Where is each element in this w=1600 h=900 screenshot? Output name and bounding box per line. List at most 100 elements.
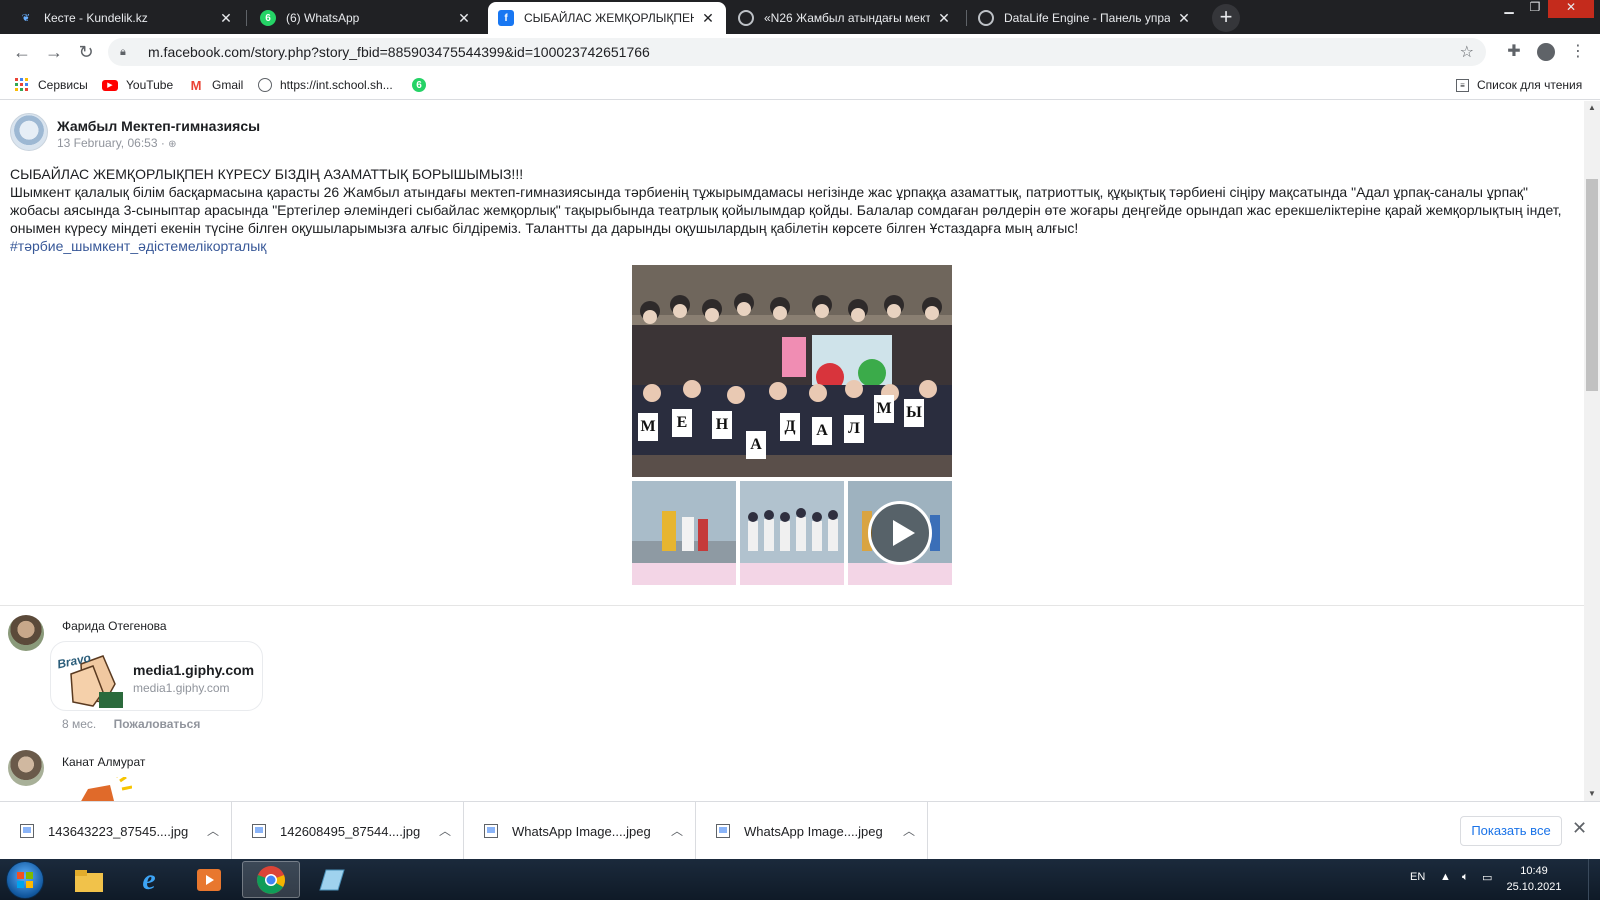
bookmark-youtube[interactable]: ▶ YouTube (102, 76, 173, 94)
address-bar[interactable]: 🔒︎ m.facebook.com/story.php?story_fbid=8… (108, 38, 1486, 66)
post-photo-thumb[interactable] (632, 481, 736, 585)
clock-date: 25.10.2021 (1506, 881, 1562, 893)
reload-button[interactable]: ↻ (74, 40, 98, 64)
bookmark-gmail[interactable]: M Gmail (188, 76, 244, 94)
close-icon[interactable]: ✕ (700, 10, 716, 27)
bookmark-services[interactable]: Сервисы (14, 76, 88, 94)
tab-title: СЫБАЙЛАС ЖЕМҚОРЛЫҚПЕН К (524, 11, 694, 25)
star-icon[interactable]: ☆ (1460, 42, 1474, 62)
network-icon[interactable]: ▭ (1482, 871, 1492, 884)
comment-avatar[interactable] (8, 615, 44, 651)
tab-school-news[interactable]: «N26 Жамбыл атындағы мектеп ✕ (728, 2, 962, 34)
chrome-taskbar-button[interactable] (242, 861, 300, 898)
bookmark-label: Сервисы (38, 78, 88, 92)
close-icon[interactable]: ✕ (1176, 10, 1192, 27)
stage-photo-image (740, 481, 844, 585)
page-name[interactable]: Жамбыл Мектеп-гимназиясы (57, 118, 260, 134)
image-file-icon (716, 824, 730, 838)
tab-facebook-post[interactable]: f СЫБАЙЛАС ЖЕМҚОРЛЫҚПЕН К ✕ (488, 2, 726, 34)
reading-list-label: Список для чтения (1477, 78, 1583, 92)
download-item[interactable]: 142608495_87544....jpg ︿ (232, 802, 464, 860)
clapping-emoji (70, 777, 132, 801)
comment-author[interactable]: Канат Алмурат (62, 755, 145, 769)
new-tab-button[interactable]: + (1212, 4, 1240, 32)
report-link[interactable]: Пожаловаться (114, 717, 201, 731)
close-icon[interactable]: ✕ (936, 10, 952, 27)
media-player-taskbar-button[interactable] (180, 861, 238, 898)
explorer-taskbar-button[interactable] (60, 861, 118, 898)
reading-list-button[interactable]: ≡ Список для чтения (1456, 76, 1582, 94)
reading-list-icon: ≡ (1456, 78, 1469, 92)
giphy-link-card[interactable]: Bravo media1.giphy.com media1.giphy.com (50, 641, 263, 711)
tab-kundelik[interactable]: ❦ Кесте - Kundelik.kz ✕ (8, 2, 244, 34)
language-indicator[interactable]: EN (1410, 871, 1425, 883)
download-filename: 142608495_87544....jpg (280, 823, 421, 839)
tab-title: (6) WhatsApp (286, 11, 360, 25)
tray-expand-icon[interactable]: ▲ (1440, 871, 1451, 883)
photo-letter-card: М (638, 413, 658, 441)
browser-tab-strip: ❦ Кесте - Kundelik.kz ✕ 6 (6) WhatsApp ✕… (0, 0, 1600, 34)
chevron-up-icon[interactable]: ︿ (903, 822, 915, 839)
photo-letter-card: Ы (904, 399, 924, 427)
apps-grid-icon (14, 77, 30, 93)
download-filename: 143643223_87545....jpg (48, 823, 189, 839)
page-scrollbar[interactable]: ▲ ▼ (1584, 101, 1600, 801)
window-app-icon (319, 869, 345, 890)
youtube-icon: ▶ (102, 79, 118, 91)
post-photo-main[interactable]: М Е Н А Д А Л М Ы (632, 265, 952, 477)
facebook-post-page: Жамбыл Мектеп-гимназиясы 13 February, 06… (0, 101, 1584, 801)
post-timestamp[interactable]: 13 February, 06:53 · ⊕ (57, 136, 177, 150)
forward-button[interactable]: → (42, 40, 66, 64)
group-photo-image (632, 265, 952, 477)
scroll-down-arrow[interactable]: ▼ (1584, 787, 1600, 801)
close-icon[interactable]: ✕ (1572, 818, 1587, 839)
chrome-icon (257, 865, 285, 894)
close-icon[interactable]: ✕ (456, 10, 472, 27)
chevron-up-icon[interactable]: ︿ (207, 822, 219, 839)
download-item[interactable]: WhatsApp Image....jpeg ︿ (696, 802, 928, 860)
tab-datalife-engine[interactable]: DataLife Engine - Панель управл ✕ (968, 2, 1202, 34)
download-item[interactable]: 143643223_87545....jpg ︿ (0, 802, 232, 860)
menu-icon[interactable]: ⋮ (1566, 40, 1590, 64)
media-player-icon (197, 868, 221, 891)
comment-meta: 8 мес. Пожаловаться (62, 717, 200, 731)
page-avatar[interactable] (10, 113, 48, 151)
link-domain: media1.giphy.com (133, 681, 230, 695)
post-video-thumb[interactable] (848, 481, 952, 585)
play-icon[interactable] (868, 501, 932, 565)
post-hashtag[interactable]: #тәрбие_шымкент_әдістемелікорталық (10, 237, 1570, 255)
comment-avatar[interactable] (8, 750, 44, 786)
post-photo-thumb[interactable] (740, 481, 844, 585)
comment-time[interactable]: 8 мес. (62, 717, 96, 731)
extensions-icon[interactable]: ✚ (1502, 40, 1526, 64)
tab-whatsapp[interactable]: 6 (6) WhatsApp ✕ (250, 2, 482, 34)
clock-time: 10:49 (1520, 865, 1548, 877)
photo-letter-card: Д (780, 413, 800, 441)
close-icon[interactable]: ✕ (218, 10, 234, 27)
stage-photo-image (632, 481, 736, 585)
show-all-downloads-button[interactable]: Показать все (1460, 816, 1562, 846)
download-item[interactable]: WhatsApp Image....jpeg ︿ (464, 802, 696, 860)
profile-icon[interactable] (1534, 40, 1558, 64)
bookmark-int-school[interactable]: https://int.school.sh... (258, 76, 393, 94)
taskbar-clock[interactable]: 10:49 25.10.2021 (1494, 863, 1574, 895)
maximize-button[interactable]: ❐ (1522, 0, 1548, 18)
scroll-thumb[interactable] (1586, 179, 1598, 391)
app-taskbar-button[interactable] (302, 861, 360, 898)
bookmarks-bar: Сервисы ▶ YouTube M Gmail https://int.sc… (0, 70, 1600, 100)
window-close-button[interactable]: ✕ (1548, 0, 1594, 18)
image-file-icon (20, 824, 34, 838)
chevron-up-icon[interactable]: ︿ (671, 822, 683, 839)
kundelik-icon: ❦ (21, 12, 31, 24)
minimize-button[interactable]: ▁ (1496, 0, 1522, 18)
start-button[interactable] (6, 861, 44, 899)
scroll-up-arrow[interactable]: ▲ (1584, 101, 1600, 115)
image-file-icon (252, 824, 266, 838)
bookmark-whatsapp[interactable]: 6 (412, 76, 434, 94)
chevron-up-icon[interactable]: ︿ (439, 822, 451, 839)
comment-author[interactable]: Фарида Отегенова (62, 619, 167, 633)
back-button[interactable]: ← (10, 40, 34, 64)
show-desktop-button[interactable] (1588, 859, 1600, 900)
volume-icon[interactable]: 🔈︎ (1462, 871, 1469, 884)
ie-taskbar-button[interactable]: e (120, 861, 178, 898)
